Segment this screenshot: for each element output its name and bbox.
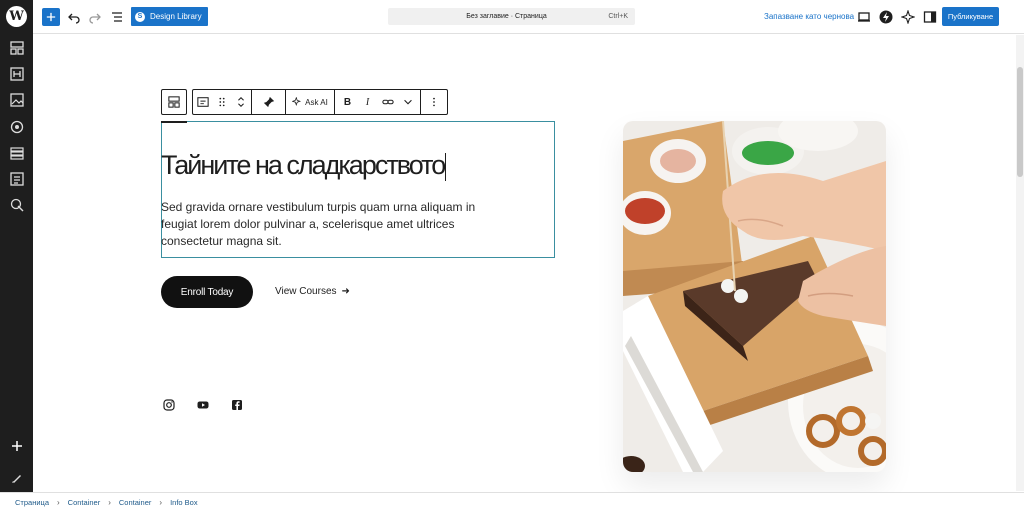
ask-ai-label: Ask AI — [305, 97, 328, 107]
breadcrumb-item-container[interactable]: Container — [68, 498, 101, 507]
block-toolbar: Ask AI B I — [192, 89, 448, 115]
italic-button[interactable]: I — [360, 94, 376, 110]
ask-ai-button[interactable]: Ask AI — [292, 97, 328, 107]
breadcrumb-separator-icon: › — [108, 497, 111, 507]
instagram-icon[interactable] — [162, 398, 176, 412]
canvas-scrollbar[interactable] — [1016, 35, 1024, 491]
document-icon[interactable] — [8, 170, 25, 187]
view-courses-label: View Courses — [275, 286, 337, 297]
undo-icon[interactable] — [66, 9, 82, 25]
link-icon[interactable] — [380, 94, 396, 110]
ai-cursor-icon[interactable] — [8, 196, 25, 213]
rows-icon[interactable] — [8, 144, 25, 161]
image-block-icon[interactable] — [8, 91, 25, 108]
breadcrumb-separator-icon: › — [57, 497, 60, 507]
block-type-group — [193, 90, 252, 114]
device-preview-icon[interactable] — [856, 9, 872, 25]
design-library-label: Design Library — [150, 12, 202, 21]
hero-heading-text: Тайните на сладкарството — [161, 150, 446, 180]
design-library-button[interactable]: S Design Library — [131, 7, 208, 26]
format-group: B I — [335, 90, 421, 114]
brush-icon[interactable] — [8, 469, 25, 486]
enroll-today-button[interactable]: Enroll Today — [161, 276, 253, 308]
redo-icon[interactable] — [87, 9, 103, 25]
block-breadcrumb: Страница › Container › Container › Info … — [0, 492, 1024, 511]
select-parent-block-button[interactable] — [161, 89, 187, 115]
add-block-icon[interactable] — [8, 437, 25, 454]
editor-toolbar: S Design Library Без заглавие · Страница… — [33, 0, 1024, 34]
layout-icon[interactable] — [8, 39, 25, 56]
more-format-chevron-down-icon[interactable] — [400, 94, 416, 110]
text-caret — [445, 152, 447, 181]
document-title-bar[interactable]: Без заглавие · Страница Ctrl+K — [388, 8, 635, 25]
admin-sidebar: W — [0, 0, 33, 511]
command-shortcut: Ctrl+K — [608, 13, 628, 20]
hero-heading[interactable]: Тайните на сладкарството — [161, 150, 446, 181]
block-inserter-button[interactable] — [42, 8, 60, 26]
bold-button[interactable]: B — [340, 94, 356, 110]
editor-app: W S Design Library Без заглавие · Страни… — [0, 0, 1024, 511]
baking-photo-illustration — [623, 121, 886, 472]
ask-ai-group: Ask AI — [286, 90, 335, 114]
breadcrumb-item-container-inner[interactable]: Container — [119, 498, 152, 507]
pin-styles-icon[interactable] — [261, 94, 277, 110]
sparkle-icon[interactable] — [900, 9, 916, 25]
style-group — [252, 90, 286, 114]
arrow-right-icon: ➜ — [341, 286, 350, 297]
breadcrumb-item-info-box[interactable]: Info Box — [170, 498, 198, 507]
settings-panel-icon[interactable] — [922, 9, 938, 25]
hero-image[interactable] — [623, 121, 886, 472]
save-draft-button[interactable]: Запазване като чернова — [764, 12, 854, 21]
bolt-icon[interactable] — [878, 9, 894, 25]
drag-handle-icon[interactable] — [214, 94, 230, 110]
wordpress-logo-icon[interactable]: W — [6, 6, 27, 27]
info-box-block-icon[interactable] — [195, 94, 211, 110]
publish-button[interactable]: Публикуване — [942, 7, 999, 26]
document-title: Без заглавие · Страница — [466, 13, 547, 20]
hero-paragraph[interactable]: Sed gravida ornare vestibulum turpis qua… — [161, 199, 491, 250]
document-overview-icon[interactable] — [109, 9, 125, 25]
parent-layout-icon — [168, 96, 180, 108]
options-group — [421, 90, 447, 114]
scrollbar-thumb[interactable] — [1017, 67, 1023, 177]
breadcrumb-item-page[interactable]: Страница — [15, 498, 49, 507]
ai-sparkle-icon — [292, 97, 302, 107]
design-library-badge-icon: S — [135, 11, 145, 22]
heading-block-icon[interactable] — [8, 65, 25, 82]
target-icon[interactable] — [8, 118, 25, 135]
facebook-icon[interactable] — [230, 398, 244, 412]
view-courses-link[interactable]: View Courses ➜ — [275, 286, 350, 297]
more-options-icon[interactable] — [426, 94, 442, 110]
move-up-down-icon[interactable] — [233, 94, 249, 110]
youtube-icon[interactable] — [196, 398, 210, 412]
selection-indicator — [161, 121, 187, 123]
breadcrumb-separator-icon: › — [159, 497, 163, 507]
